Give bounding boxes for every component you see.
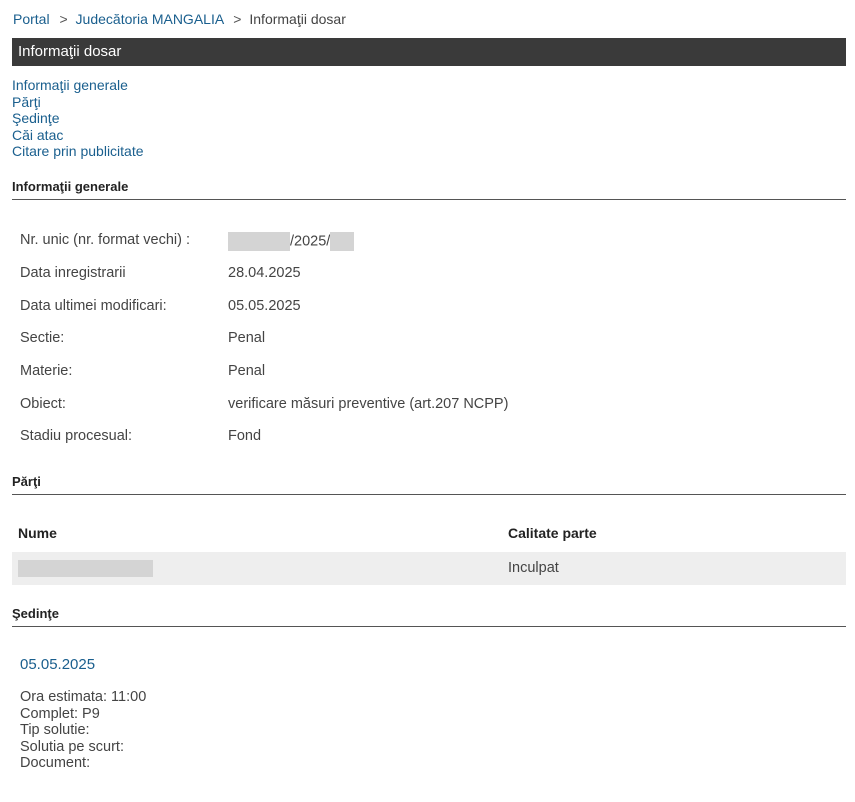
section-heading-parti: Părţi	[12, 474, 846, 495]
section-heading-text: Informaţii generale	[12, 179, 129, 194]
anchor-citare-publicitate[interactable]: Citare prin publicitate	[12, 143, 144, 159]
info-label: Stadiu procesual:	[20, 428, 133, 444]
info-value: Fond	[228, 428, 262, 444]
info-value: 05.05.2025	[228, 298, 301, 314]
section-heading-informatii-generale: Informaţii generale	[12, 179, 846, 200]
anchor-parti[interactable]: Părţi	[12, 94, 41, 110]
info-value: /2025/	[228, 232, 355, 251]
info-label: Data inregistrarii	[20, 265, 126, 281]
info-value: Penal	[228, 363, 266, 379]
breadcrumb-court-link[interactable]: Judecătoria MANGALIA	[76, 11, 224, 27]
party-role: Inculpat	[508, 560, 559, 576]
column-header-nume: Nume	[18, 525, 57, 541]
hearing-detail-line: Complet: P9	[20, 705, 100, 722]
anchor-cai-atac[interactable]: Căi atac	[12, 127, 63, 143]
anchor-sedinte[interactable]: Şedinţe	[12, 110, 59, 126]
section-heading-sedinte: Şedinţe	[12, 606, 846, 627]
hearing-detail-line: Ora estimata: 11:00	[20, 689, 147, 705]
breadcrumb-portal-link[interactable]: Portal	[13, 11, 50, 27]
section-heading-text: Părţi	[12, 474, 41, 489]
hearing-details: Ora estimata: 11:00 Complet: P9 Tip solu…	[20, 689, 146, 772]
page-title-bar: Informaţii dosar	[12, 38, 846, 66]
breadcrumb-current: Informaţii dosar	[249, 11, 346, 27]
section-anchor-list: Informaţii generale Părţi Şedinţe Căi at…	[12, 77, 144, 160]
hearing-detail-line: Solutia pe scurt:	[20, 738, 124, 755]
redacted-block	[228, 232, 290, 251]
breadcrumb-separator: >	[233, 11, 242, 27]
hearing-date-link[interactable]: 05.05.2025	[20, 656, 95, 673]
table-row: Inculpat	[12, 552, 846, 585]
section-heading-text: Şedinţe	[12, 606, 59, 621]
info-label: Sectie:	[20, 330, 65, 346]
hearing-detail-line: Tip solutie:	[20, 722, 90, 738]
info-value: Penal	[228, 330, 266, 346]
redacted-block	[330, 232, 355, 251]
info-label: Data ultimei modificari:	[20, 298, 167, 314]
info-label: Obiect:	[20, 396, 66, 412]
info-value-text: /2025/	[290, 233, 331, 250]
info-label: Materie:	[20, 363, 73, 379]
column-header-calitate-parte: Calitate parte	[508, 525, 597, 541]
page-title: Informaţii dosar	[18, 43, 122, 60]
anchor-informatii-generale[interactable]: Informaţii generale	[12, 77, 128, 93]
info-value: verificare măsuri preventive (art.207 NC…	[228, 396, 509, 412]
info-value: 28.04.2025	[228, 265, 301, 281]
hearing-detail-line: Document:	[20, 755, 91, 771]
breadcrumb: Portal > Judecătoria MANGALIA > Informaţ…	[13, 11, 346, 27]
breadcrumb-separator: >	[59, 11, 68, 27]
redacted-block	[18, 560, 153, 577]
info-label: Nr. unic (nr. format vechi) :	[20, 232, 191, 248]
